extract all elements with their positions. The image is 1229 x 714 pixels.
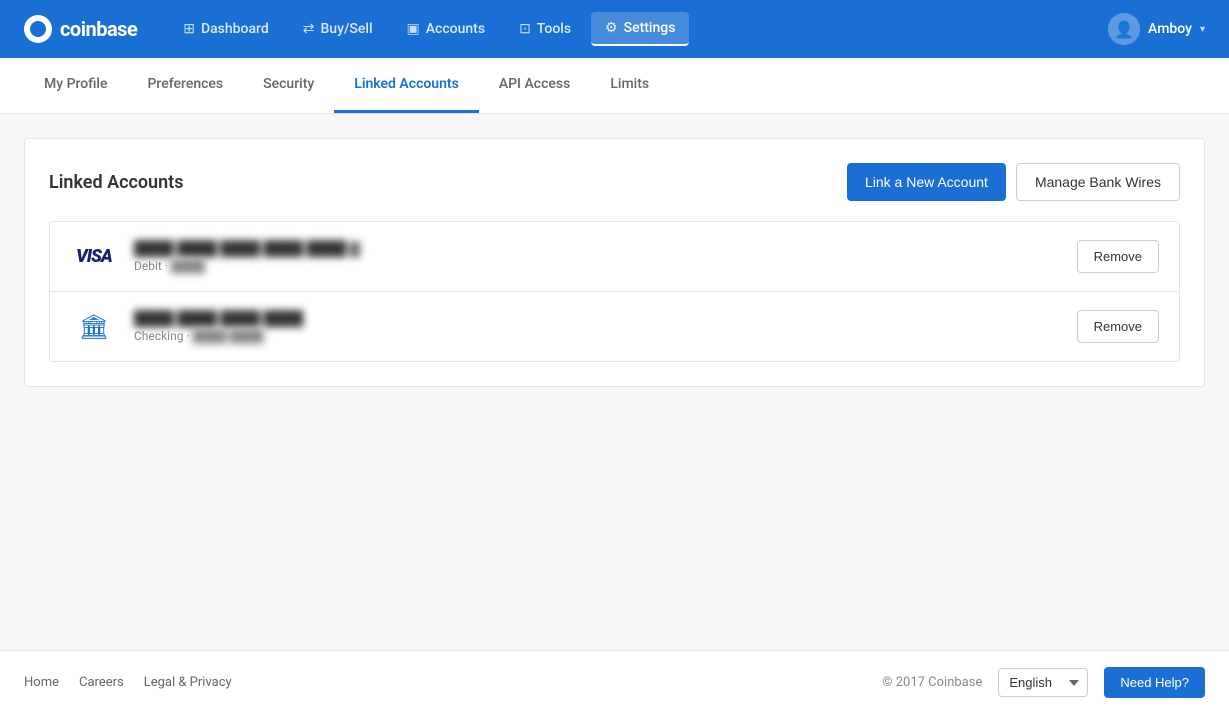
remove-button[interactable]: Remove (1077, 310, 1159, 343)
user-name: Amboy (1148, 21, 1192, 37)
nav-item-tools[interactable]: ⊡ Tools (505, 13, 585, 45)
nav-item-settings[interactable]: ⚙ Settings (591, 12, 689, 46)
table-row: 🏛 ████ ████ ████ ████ Checking · ████ ██… (50, 292, 1179, 361)
logo[interactable]: coinbase (24, 15, 137, 43)
bank-icon: 🏛 (79, 313, 109, 341)
need-help-button[interactable]: Need Help? (1104, 667, 1205, 698)
footer-links: Home Careers Legal & Privacy (24, 675, 232, 690)
linked-accounts-card: Linked Accounts Link a New Account Manag… (24, 138, 1205, 387)
tab-api-access[interactable]: API Access (479, 58, 590, 113)
nav-item-buysell[interactable]: ⇄ Buy/Sell (289, 13, 387, 45)
tab-preferences[interactable]: Preferences (127, 58, 243, 113)
manage-bank-wires-button[interactable]: Manage Bank Wires (1016, 163, 1180, 201)
account-type-detail: ████ ████ (193, 329, 264, 343)
nav-label-tools: Tools (537, 21, 571, 37)
logo-text: coinbase (60, 17, 137, 41)
account-name: ████ ████ ████ ████ ████ ▓ (134, 240, 1077, 257)
dashboard-icon: ⊞ (183, 21, 195, 37)
action-buttons: Link a New Account Manage Bank Wires (847, 163, 1180, 201)
nav-label-dashboard: Dashboard (201, 21, 269, 37)
footer-link-legal[interactable]: Legal & Privacy (144, 675, 232, 690)
table-row: VISA ████ ████ ████ ████ ████ ▓ Debit · … (50, 222, 1179, 292)
footer-link-careers[interactable]: Careers (79, 675, 124, 690)
account-type: Checking · ████ ████ (134, 329, 1077, 343)
main-nav: ⊞ Dashboard ⇄ Buy/Sell ▣ Accounts ⊡ Tools ⚙ Setti… (169, 12, 1108, 46)
account-icon: 🏛 (70, 313, 118, 341)
link-new-account-button[interactable]: Link a New Account (847, 163, 1006, 201)
tab-my-profile[interactable]: My Profile (24, 58, 127, 113)
settings-tabs: My ProfilePreferencesSecurityLinked Acco… (0, 58, 1229, 114)
tools-icon: ⊡ (519, 21, 531, 37)
account-name: ████ ████ ████ ████ (134, 310, 1077, 327)
footer-right: © 2017 Coinbase EnglishEspañolFrançaisDe… (882, 667, 1205, 698)
account-icon: VISA (70, 246, 118, 267)
settings-icon: ⚙ (605, 20, 618, 36)
user-menu[interactable]: 👤 Amboy ▾ (1108, 13, 1205, 45)
footer-link-home[interactable]: Home (24, 675, 59, 690)
nav-item-accounts[interactable]: ▣ Accounts (393, 13, 500, 45)
nav-label-buysell: Buy/Sell (320, 21, 372, 37)
nav-item-dashboard[interactable]: ⊞ Dashboard (169, 13, 282, 45)
tab-linked-accounts[interactable]: Linked Accounts (334, 58, 479, 113)
page-title: Linked Accounts (49, 172, 183, 193)
chevron-down-icon: ▾ (1200, 24, 1205, 35)
page-header: Linked Accounts Link a New Account Manag… (49, 163, 1180, 201)
buysell-icon: ⇄ (303, 21, 315, 37)
tab-security[interactable]: Security (243, 58, 334, 113)
account-list: VISA ████ ████ ████ ████ ████ ▓ Debit · … (49, 221, 1180, 362)
tab-limits[interactable]: Limits (590, 58, 669, 113)
header: coinbase ⊞ Dashboard ⇄ Buy/Sell ▣ Accounts ⊡ To… (0, 0, 1229, 58)
language-select[interactable]: EnglishEspañolFrançaisDeutsch (998, 668, 1088, 697)
nav-label-settings: Settings (624, 20, 676, 36)
account-type: Debit · ████ (134, 259, 1077, 273)
main-content: Linked Accounts Link a New Account Manag… (0, 114, 1229, 411)
remove-button[interactable]: Remove (1077, 240, 1159, 273)
visa-icon: VISA (76, 246, 112, 267)
accounts-icon: ▣ (407, 21, 420, 37)
footer: Home Careers Legal & Privacy © 2017 Coinba… (0, 650, 1229, 714)
logo-icon (24, 15, 52, 43)
avatar: 👤 (1108, 13, 1140, 45)
nav-label-accounts: Accounts (426, 21, 485, 37)
account-info: ████ ████ ████ ████ Checking · ████ ████ (134, 310, 1077, 343)
account-info: ████ ████ ████ ████ ████ ▓ Debit · ████ (134, 240, 1077, 273)
copyright: © 2017 Coinbase (882, 675, 982, 690)
account-type-detail: ████ (171, 259, 205, 273)
